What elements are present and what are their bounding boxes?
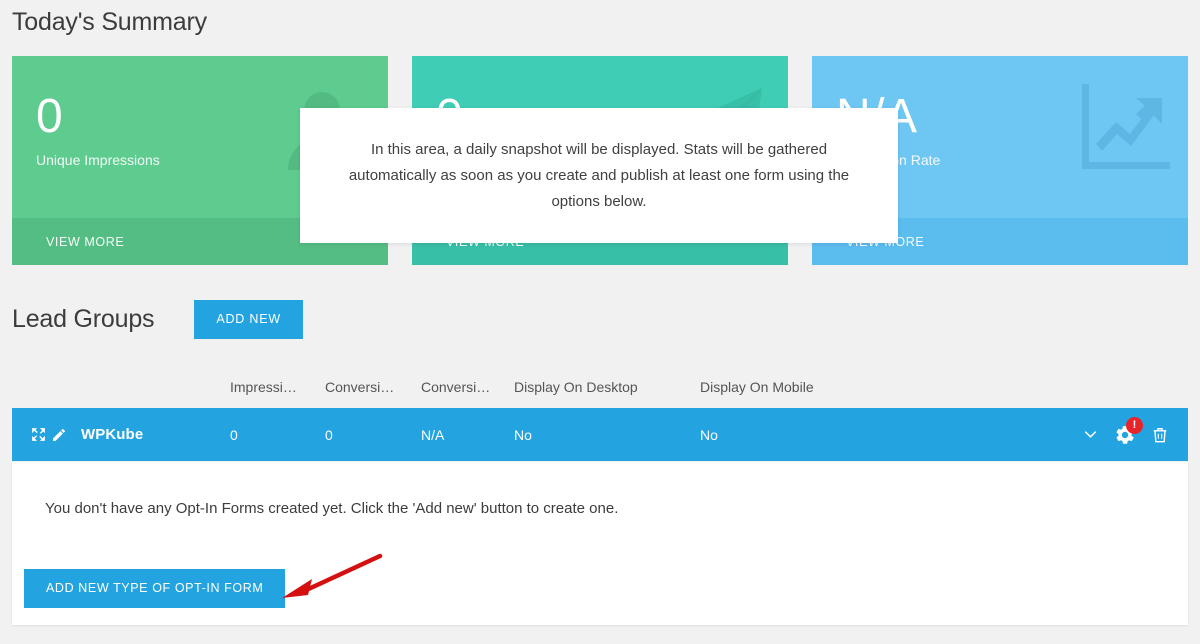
row-conversion-rate: N/A — [421, 426, 445, 443]
row-impressions: 0 — [230, 426, 238, 443]
row-display-on-mobile: No — [700, 426, 718, 443]
page-title: Today's Summary — [12, 8, 207, 36]
column-header-conversions: Conversi… — [325, 378, 395, 395]
row-actions: ! — [960, 416, 1188, 446]
settings-gear-button[interactable]: ! — [1114, 416, 1143, 446]
opt-in-forms-panel: You don't have any Opt-In Forms created … — [12, 462, 1188, 625]
row-conversions: 0 — [325, 426, 333, 443]
row-group-name: WPKube — [81, 426, 144, 443]
column-header-conversion-rate: Conversi… — [421, 378, 491, 395]
add-new-type-of-opt-in-form-button[interactable]: ADD NEW TYPE OF OPT-IN FORM — [24, 569, 286, 608]
lead-groups-table: Impressi… Conversi… Conversi… Display On… — [12, 365, 1188, 461]
edit-pencil-icon[interactable] — [51, 427, 67, 443]
trash-icon[interactable] — [1150, 425, 1170, 445]
column-header-display-on-mobile: Display On Mobile — [700, 378, 814, 395]
empty-state-message: You don't have any Opt-In Forms created … — [45, 500, 619, 517]
table-row[interactable]: WPKube 0 0 N/A No No ! — [12, 408, 1188, 461]
column-header-impressions: Impressi… — [230, 378, 297, 395]
row-display-on-desktop: No — [514, 426, 532, 443]
add-new-button[interactable]: ADD NEW — [194, 300, 303, 339]
status-badge: ! — [1126, 416, 1143, 434]
chevron-down-icon[interactable] — [1081, 425, 1100, 444]
column-header-display-on-desktop: Display On Desktop — [514, 378, 638, 395]
table-header-row: Impressi… Conversi… Conversi… Display On… — [12, 365, 1188, 408]
move-icon[interactable] — [30, 426, 47, 443]
tooltip-text: In this area, a daily snapshot will be d… — [348, 140, 850, 210]
row-name-cell: WPKube — [12, 426, 230, 443]
lead-groups-header: Lead Groups ADD NEW — [12, 300, 303, 339]
lead-groups-title: Lead Groups — [12, 305, 155, 333]
info-tooltip: In this area, a daily snapshot will be d… — [300, 108, 898, 243]
